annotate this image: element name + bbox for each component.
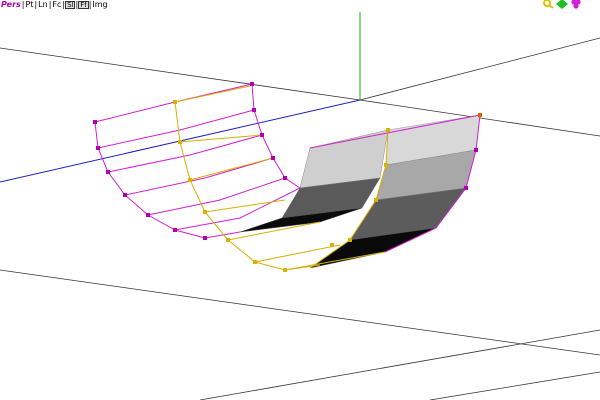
faces-mode-button[interactable]: Fc (51, 0, 62, 9)
zoom-icon[interactable] (542, 0, 554, 9)
image-mode-button[interactable]: Img (91, 0, 108, 9)
rotate-icon[interactable] (570, 0, 582, 9)
scene-canvas[interactable] (0, 0, 600, 400)
world-axes (0, 12, 361, 183)
view-navigation-controls (542, 0, 582, 9)
solid-mode-button[interactable]: Sl (65, 0, 76, 9)
full-shade-mode-button[interactable]: Ff (78, 0, 89, 9)
viewport-toolbar: Pers | Pt | Ln | Fc | Sl | Ff | Img (0, 0, 109, 9)
view-mode-button[interactable]: Pers (0, 0, 22, 9)
3d-viewport[interactable]: Pers | Pt | Ln | Fc | Sl | Ff | Img (0, 0, 600, 400)
move-icon[interactable] (556, 0, 568, 9)
lines-mode-button[interactable]: Ln (37, 0, 49, 9)
points-mode-button[interactable]: Pt (24, 0, 34, 9)
